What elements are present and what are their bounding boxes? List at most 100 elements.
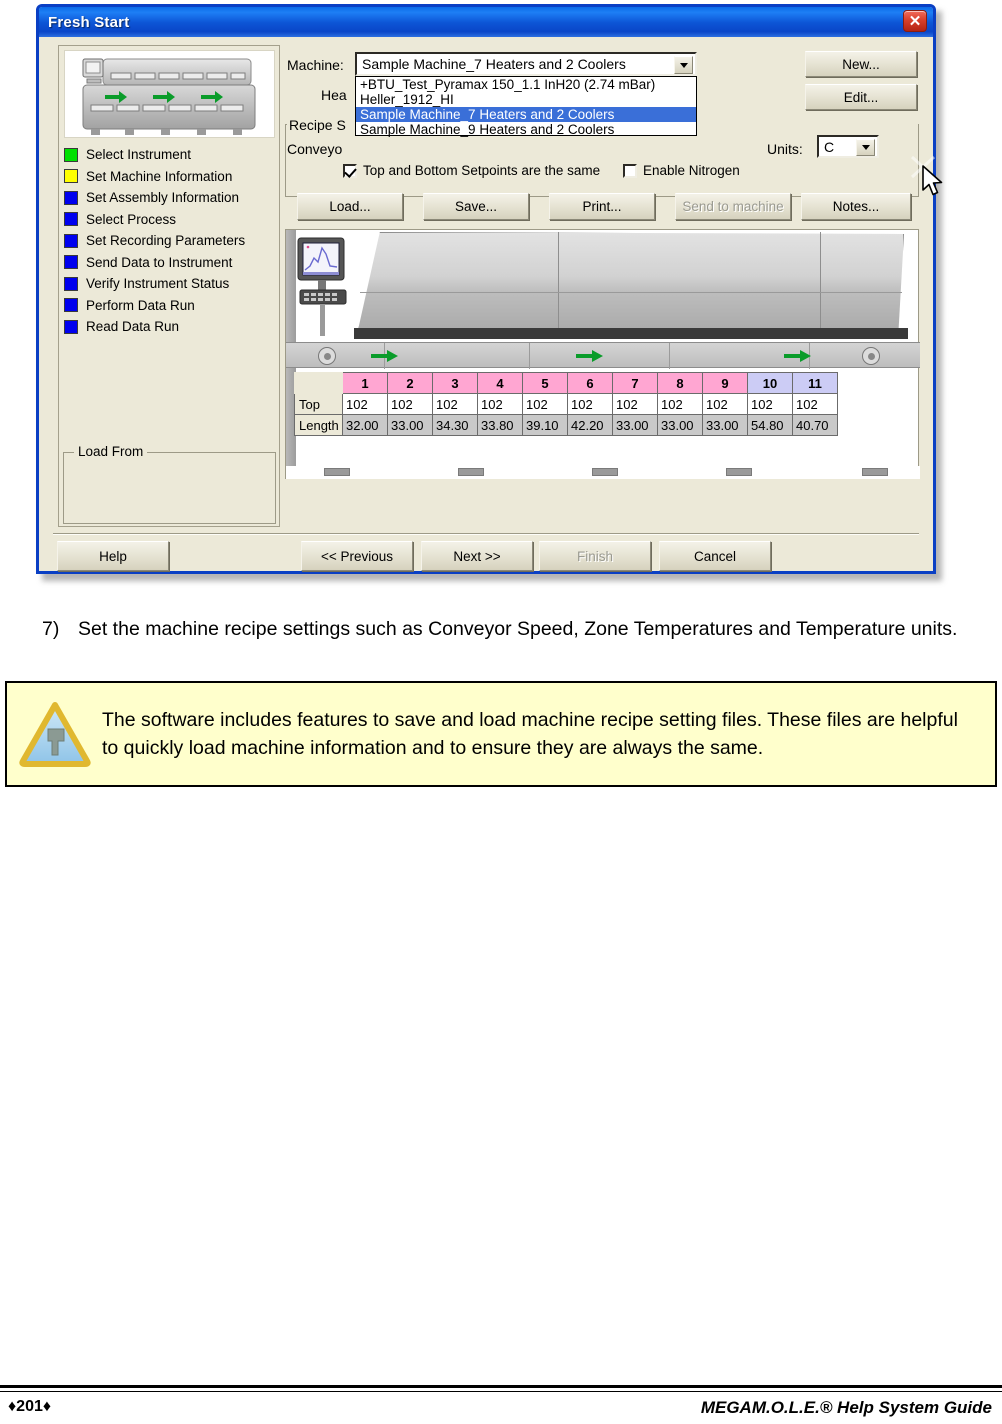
recipe-button-load[interactable]: Load... (297, 193, 403, 220)
top-cell-4[interactable]: 102 (477, 393, 523, 415)
checkbox-0[interactable]: Top and Bottom Setpoints are the same (343, 163, 622, 178)
dropdown-option-1[interactable]: Heller_1912_HI (356, 92, 696, 107)
edit-machine-button[interactable]: Edit... (805, 84, 917, 110)
zone-header-11[interactable]: 11 (792, 372, 838, 394)
new-machine-button[interactable]: New... (805, 51, 917, 77)
status-chip (64, 212, 78, 227)
units-label: Units: (767, 141, 803, 157)
wizard-navigation-buttons: Help << Previous Next >> Finish Cancel (39, 541, 939, 573)
units-select-value: C (824, 138, 835, 155)
recipe-button-notes[interactable]: Notes... (801, 193, 911, 220)
step-item-6[interactable]: Verify Instrument Status (64, 273, 275, 295)
step-item-8[interactable]: Read Data Run (64, 316, 275, 338)
step-item-1[interactable]: Set Machine Information (64, 166, 275, 188)
oven-horizontal-scrollbar[interactable] (286, 466, 920, 479)
recipe-button-save[interactable]: Save... (423, 193, 529, 220)
dropdown-option-0[interactable]: +BTU_Test_Pyramax 150_1.1 InH20 (2.74 mB… (356, 77, 696, 92)
machine-label: Machine: (287, 57, 344, 73)
nav-button-next[interactable]: Next >> (421, 541, 533, 571)
oven-seam (558, 232, 559, 328)
scroll-thumb[interactable] (324, 468, 350, 476)
step-item-label: Select Instrument (86, 147, 192, 163)
dropdown-option-2[interactable]: Sample Machine_7 Heaters and 2 Coolers (356, 107, 696, 122)
top-cell-10[interactable]: 102 (747, 393, 793, 415)
chevron-down-icon[interactable] (674, 56, 693, 74)
instruction-step: 7) Set the machine recipe settings such … (42, 616, 972, 642)
scroll-thumb[interactable] (458, 468, 484, 476)
step-item-2[interactable]: Set Assembly Information (64, 187, 275, 209)
zone-header-4[interactable]: 4 (477, 372, 523, 394)
left-roller-icon (318, 347, 336, 365)
zone-header-9[interactable]: 9 (702, 372, 748, 394)
title-bar[interactable]: Fresh Start ✕ (39, 7, 933, 37)
flow-arrow-icon (576, 350, 603, 362)
checkbox-label: Enable Nitrogen (643, 163, 740, 178)
step-item-label: Read Data Run (86, 319, 180, 335)
length-cell-2: 33.00 (387, 414, 433, 436)
length-cell-1: 32.00 (342, 414, 388, 436)
checkbox-box[interactable] (343, 163, 357, 178)
machine-select[interactable]: Sample Machine_7 Heaters and 2 Coolers (355, 52, 697, 76)
left-steps-panel: Select Instrument Set Machine Information… (58, 45, 280, 527)
dropdown-option-3[interactable]: Sample Machine_9 Heaters and 2 Coolers (356, 122, 696, 137)
zone-header-1[interactable]: 1 (342, 372, 388, 394)
step-item-label: Send Data to Instrument (86, 254, 233, 270)
top-cell-6[interactable]: 102 (567, 393, 613, 415)
step-item-7[interactable]: Perform Data Run (64, 295, 275, 317)
row-header-length: Length (294, 414, 343, 436)
window-title: Fresh Start (48, 13, 130, 31)
length-cell-10: 54.80 (747, 414, 793, 436)
scroll-thumb[interactable] (726, 468, 752, 476)
length-cell-5: 39.10 (522, 414, 568, 436)
table-row: Top 102 102 102 102 102 102 102 102 102 102 102 (294, 393, 838, 415)
oven-base (354, 328, 908, 339)
scroll-thumb[interactable] (592, 468, 618, 476)
units-select[interactable]: C (817, 135, 879, 158)
top-cell-9[interactable]: 102 (702, 393, 748, 415)
status-chip (64, 298, 78, 313)
length-cell-4: 33.80 (477, 414, 523, 436)
zone-header-8[interactable]: 8 (657, 372, 703, 394)
heaters-label: Hea (321, 87, 347, 103)
step-item-0[interactable]: Select Instrument (64, 144, 275, 166)
zone-header-6[interactable]: 6 (567, 372, 613, 394)
checkbox-box[interactable] (623, 163, 637, 178)
nav-button-previous[interactable]: << Previous (301, 541, 413, 571)
chevron-down-icon[interactable] (856, 139, 875, 156)
step-item-5[interactable]: Send Data to Instrument (64, 252, 275, 274)
zone-header-3[interactable]: 3 (432, 372, 478, 394)
checkbox-1[interactable]: Enable Nitrogen (623, 163, 762, 178)
recipe-button-print[interactable]: Print... (549, 193, 655, 220)
top-cell-8[interactable]: 102 (657, 393, 703, 415)
length-cell-6: 42.20 (567, 414, 613, 436)
top-cell-3[interactable]: 102 (432, 393, 478, 415)
top-cell-1[interactable]: 102 (342, 393, 388, 415)
recipe-settings-legend: Recipe S (287, 117, 348, 133)
top-cell-2[interactable]: 102 (387, 393, 433, 415)
step-item-4[interactable]: Set Recording Parameters (64, 230, 275, 252)
length-cell-9: 33.00 (702, 414, 748, 436)
step-item-label: Verify Instrument Status (86, 276, 230, 292)
step-item-3[interactable]: Select Process (64, 209, 275, 231)
zone-header-2[interactable]: 2 (387, 372, 433, 394)
step-number: 7) (42, 618, 60, 640)
fresh-start-dialog: Fresh Start ✕ Select Instrument Set Mach… (36, 4, 943, 581)
nav-button-help[interactable]: Help (57, 541, 169, 571)
length-cell-8: 33.00 (657, 414, 703, 436)
zone-settings-table: 1 2 3 4 5 6 7 8 9 10 11 Top 102 102 102 102 102 102 102 102… (294, 372, 838, 436)
dialog-window: Fresh Start ✕ Select Instrument Set Mach… (36, 4, 943, 574)
zone-header-10[interactable]: 10 (747, 372, 793, 394)
scroll-thumb[interactable] (862, 468, 888, 476)
workflow-steps-list: Select Instrument Set Machine Information… (64, 144, 275, 444)
top-cell-7[interactable]: 102 (612, 393, 658, 415)
close-icon[interactable]: ✕ (903, 10, 927, 32)
top-cell-11[interactable]: 102 (792, 393, 838, 415)
step-item-label: Set Assembly Information (86, 190, 240, 206)
machine-dropdown-list[interactable]: +BTU_Test_Pyramax 150_1.1 InH20 (2.74 mB… (355, 76, 697, 137)
zone-header-5[interactable]: 5 (522, 372, 568, 394)
top-cell-5[interactable]: 102 (522, 393, 568, 415)
machine-selection-area: Machine: Sample Machine_7 Heaters and 2 … (285, 45, 943, 197)
zone-header-7[interactable]: 7 (612, 372, 658, 394)
nav-button-cancel[interactable]: Cancel (659, 541, 771, 571)
step-item-label: Perform Data Run (86, 297, 195, 313)
